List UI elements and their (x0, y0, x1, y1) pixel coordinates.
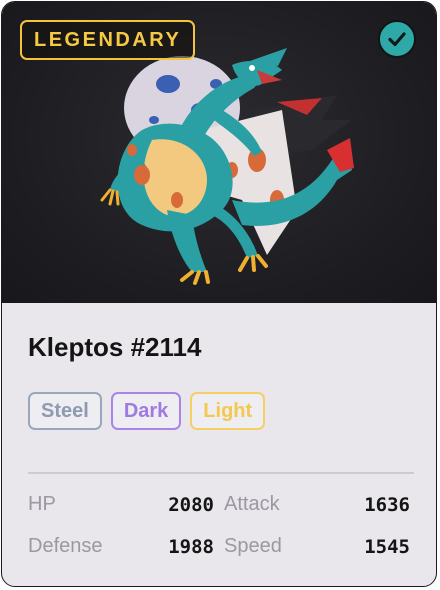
stat-label-attack: Attack (224, 493, 280, 515)
stat-value-hp: 2080 (168, 494, 214, 516)
stat-value-speed: 1545 (364, 536, 410, 558)
legendary-badge: LEGENDARY (20, 20, 196, 60)
selected-check-button[interactable] (378, 20, 416, 58)
creature-art-panel: LEGENDARY (2, 2, 436, 303)
creature-card[interactable]: LEGENDARY Kleptos #2114 Steel Dark Light… (1, 1, 437, 587)
type-tag-light: Light (190, 392, 266, 430)
stat-label-defense: Defense (28, 535, 103, 557)
creature-name: Kleptos #2114 (28, 332, 202, 362)
type-tag-steel: Steel (28, 392, 102, 430)
dragon-creature-illustration (100, 48, 354, 285)
stat-value-defense: 1988 (168, 536, 214, 558)
stat-label-hp: HP (28, 493, 56, 515)
checkmark-icon (388, 32, 406, 47)
stat-value-attack: 1636 (364, 494, 410, 516)
type-tags: Steel Dark Light (28, 392, 266, 430)
stats-divider (28, 472, 414, 474)
stat-label-speed: Speed (224, 535, 282, 557)
type-tag-dark: Dark (110, 392, 182, 430)
